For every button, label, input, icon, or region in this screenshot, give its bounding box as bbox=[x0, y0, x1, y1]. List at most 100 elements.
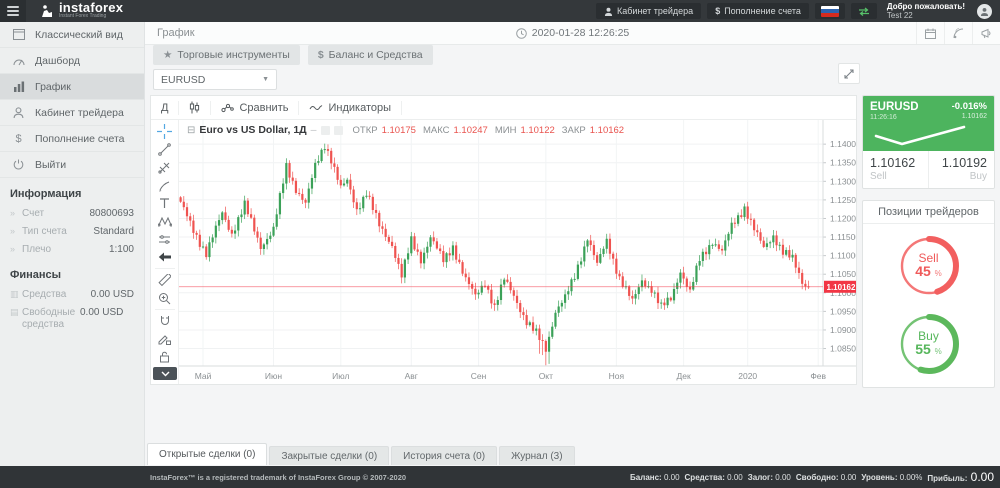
drawing-mode-lock-tool[interactable] bbox=[154, 330, 176, 348]
tab-open-trades[interactable]: Открытые сделки (0) bbox=[147, 443, 267, 465]
bottom-tabs: Открытые сделки (0) Закрытые сделки (0) … bbox=[145, 443, 575, 465]
legend-collapse-icon[interactable]: ⊟ bbox=[187, 125, 195, 136]
compare-icon bbox=[221, 102, 234, 113]
forecast-tool[interactable] bbox=[154, 231, 176, 249]
zoom-in-tool[interactable] bbox=[154, 289, 176, 307]
svg-text:1.12000: 1.12000 bbox=[830, 213, 856, 223]
brush-tool[interactable] bbox=[154, 177, 176, 195]
svg-text:1.11500: 1.11500 bbox=[830, 232, 856, 242]
calendar-button[interactable] bbox=[916, 22, 944, 44]
quote-header[interactable]: EURUSD 11:26:16 -0.016% 1.10162 bbox=[863, 96, 994, 151]
svg-text:1.09500: 1.09500 bbox=[830, 306, 856, 316]
svg-text:1.13000: 1.13000 bbox=[830, 176, 856, 186]
crosshair-tool[interactable] bbox=[154, 123, 176, 141]
chart-area[interactable]: ⊟ Euro vs US Dollar, 1Д – ОТКР1.10175 МА… bbox=[179, 120, 856, 384]
symbol-select[interactable]: EURUSD ▼ bbox=[153, 69, 277, 90]
positions-title: Позиции трейдеров bbox=[863, 201, 994, 224]
info-section-title: Информация bbox=[0, 178, 144, 205]
finance-row-equity: ▥ Средства 0.00 USD bbox=[0, 286, 144, 304]
pattern-tool[interactable] bbox=[154, 213, 176, 231]
brush-icon bbox=[158, 180, 171, 192]
svg-text:Фев: Фев bbox=[810, 371, 826, 381]
clock-icon bbox=[516, 28, 527, 39]
legend-settings-icon[interactable] bbox=[321, 126, 330, 135]
arrow-left-icon bbox=[158, 252, 172, 262]
pencil-lock-icon bbox=[158, 333, 171, 345]
user-avatar[interactable] bbox=[977, 4, 992, 19]
svg-text:1.09000: 1.09000 bbox=[830, 325, 856, 335]
fullscreen-toggle-button[interactable] bbox=[838, 63, 860, 84]
chevrons-icon: » bbox=[10, 208, 22, 218]
sell-quote-button[interactable]: 1.10162 Sell bbox=[863, 151, 928, 188]
compare-button[interactable]: Сравнить bbox=[211, 101, 299, 115]
arrow-tool[interactable] bbox=[154, 248, 176, 266]
sell-gauge-value: 45 bbox=[915, 263, 931, 279]
rss-icon bbox=[953, 28, 964, 39]
sidebar-item-trader-cabinet[interactable]: Кабинет трейдера bbox=[0, 100, 144, 126]
brand-logo[interactable]: instaforex Instant Forex Trading bbox=[40, 3, 123, 19]
sidebar-item-chart[interactable]: График bbox=[0, 74, 144, 100]
measure-tool[interactable] bbox=[154, 271, 176, 289]
trading-instruments-button[interactable]: ★ Торговые инструменты bbox=[153, 45, 300, 65]
sidebar-item-label: Классический вид bbox=[35, 29, 123, 41]
username: Test 22 bbox=[887, 11, 965, 20]
chart-style-button[interactable] bbox=[179, 101, 211, 115]
buy-gauge-value: 55 bbox=[915, 341, 931, 357]
tab-account-history[interactable]: История счета (0) bbox=[391, 446, 497, 465]
dollar-icon: $ bbox=[715, 6, 720, 16]
ruler-icon bbox=[158, 274, 171, 287]
sidebar-item-deposit[interactable]: $ Пополнение счета bbox=[0, 126, 144, 152]
chevron-down-icon: ▼ bbox=[262, 76, 269, 83]
svg-text:1.10500: 1.10500 bbox=[830, 269, 856, 279]
quote-change: -0.016% bbox=[952, 101, 987, 112]
candlestick-chart[interactable]: 1.140001.135001.130001.125001.120001.115… bbox=[179, 120, 856, 386]
classic-view-icon bbox=[11, 29, 26, 40]
sidebar-item-logout[interactable]: Выйти bbox=[0, 152, 144, 178]
sell-positions-gauge: Sell 45 % bbox=[896, 233, 962, 299]
sidebar-item-dashboard[interactable]: Дашборд bbox=[0, 48, 144, 74]
announcements-button[interactable] bbox=[972, 22, 1000, 44]
trader-cabinet-button[interactable]: Кабинет трейдера bbox=[596, 3, 701, 19]
trendline-tool[interactable] bbox=[154, 141, 176, 159]
buy-label: Buy bbox=[936, 171, 987, 182]
person-icon bbox=[604, 7, 613, 16]
dashboard-icon bbox=[11, 56, 26, 66]
svg-text:1.08500: 1.08500 bbox=[830, 344, 856, 354]
russian-flag-icon bbox=[821, 6, 839, 17]
buy-quote-button[interactable]: 1.10192 Buy bbox=[929, 151, 994, 188]
tab-closed-trades[interactable]: Закрытые сделки (0) bbox=[269, 446, 389, 465]
language-flag-button[interactable] bbox=[815, 3, 845, 19]
avatar-person-icon bbox=[980, 7, 989, 16]
info-row-leverage: » Плечо 1:100 bbox=[0, 241, 144, 259]
balance-funds-button[interactable]: $ Баланс и Средства bbox=[308, 45, 433, 65]
magnet-tool[interactable] bbox=[154, 312, 176, 330]
sidebar-item-classic-view[interactable]: Классический вид bbox=[0, 22, 144, 48]
chevrons-icon: » bbox=[10, 226, 22, 236]
lock-all-tool[interactable] bbox=[154, 348, 176, 366]
account-switch-button[interactable] bbox=[851, 3, 877, 19]
chart-toolbar: Д Сравнить Индикаторы bbox=[151, 96, 856, 120]
deposit-button[interactable]: $ Пополнение счета bbox=[707, 3, 809, 19]
dollar-icon: $ bbox=[318, 49, 324, 61]
legend-close-icon[interactable] bbox=[334, 126, 343, 135]
footer: InstaForex™ is a registered trademark of… bbox=[0, 466, 1000, 488]
timeframe-button[interactable]: Д bbox=[151, 101, 179, 115]
indicators-button[interactable]: Индикаторы bbox=[299, 101, 402, 115]
tab-journal[interactable]: Журнал (3) bbox=[499, 446, 575, 465]
tools-divider bbox=[155, 268, 175, 269]
pitchfork-tool[interactable] bbox=[154, 159, 176, 177]
page-top-strip: График 2020-01-28 12:26:25 bbox=[145, 22, 1000, 45]
text-icon bbox=[159, 198, 170, 209]
tools-collapse-button[interactable] bbox=[153, 367, 177, 380]
svg-text:Ноя: Ноя bbox=[609, 371, 625, 381]
menu-toggle-button[interactable] bbox=[0, 0, 26, 22]
bar-chart-icon bbox=[11, 81, 26, 92]
sell-label: Sell bbox=[870, 171, 921, 182]
wave-icon bbox=[309, 104, 323, 112]
megaphone-icon bbox=[981, 28, 993, 39]
sidebar-item-label: Дашборд bbox=[35, 55, 80, 67]
quote-card: EURUSD 11:26:16 -0.016% 1.10162 1.10162 … bbox=[862, 95, 995, 189]
text-tool[interactable] bbox=[154, 195, 176, 213]
quote-sparkline bbox=[868, 122, 987, 148]
news-feed-button[interactable] bbox=[944, 22, 972, 44]
